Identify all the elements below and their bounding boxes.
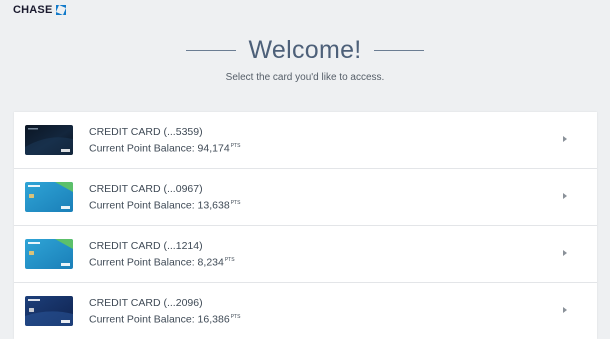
card-row-1214[interactable]: CREDIT CARD (...1214) Current Point Bala… (14, 226, 597, 283)
card-name: CREDIT CARD (...1214) (89, 240, 203, 252)
welcome-left-rule (186, 50, 237, 51)
points-unit: PTS (230, 314, 241, 320)
page-title: Welcome! (248, 36, 362, 64)
points-unit: PTS (230, 143, 241, 149)
card-points: Current Point Balance: 16,386PTS (89, 310, 240, 327)
chevron-right-icon[interactable] (563, 307, 567, 313)
card-text: CREDIT CARD (...0967) Current Point Bala… (89, 182, 240, 213)
card-row-5359[interactable]: CREDIT CARD (...5359) Current Point Bala… (14, 112, 597, 169)
card-text: CREDIT CARD (...5359) Current Point Bala… (89, 125, 240, 156)
freedom-card-image (25, 239, 73, 269)
logo-text: CHASE (13, 4, 53, 16)
chevron-right-icon[interactable] (563, 136, 567, 142)
card-name: CREDIT CARD (...2096) (89, 297, 203, 309)
card-text: CREDIT CARD (...2096) Current Point Bala… (89, 296, 240, 327)
freedom-unlimited-card-image (25, 296, 73, 326)
card-list: CREDIT CARD (...5359) Current Point Bala… (14, 112, 597, 339)
points-unit: PTS (224, 257, 235, 263)
card-points: Current Point Balance: 8,234PTS (89, 253, 235, 270)
card-row-0967[interactable]: CREDIT CARD (...0967) Current Point Bala… (14, 169, 597, 226)
card-name: CREDIT CARD (...5359) (89, 126, 203, 138)
card-text: CREDIT CARD (...1214) Current Point Bala… (89, 239, 235, 270)
points-value: Current Point Balance: 16,386 (89, 313, 230, 326)
chase-logo[interactable]: CHASE (13, 4, 66, 16)
header: CHASE (0, 0, 610, 18)
chase-octagon-icon (55, 5, 66, 15)
points-value: Current Point Balance: 8,234 (89, 256, 224, 269)
welcome-heading-row: Welcome! (0, 36, 610, 65)
points-unit: PTS (230, 200, 241, 206)
chevron-right-icon[interactable] (563, 193, 567, 199)
card-points: Current Point Balance: 94,174PTS (89, 139, 240, 156)
sapphire-reserve-card-image (25, 125, 73, 155)
welcome-right-rule (373, 50, 424, 51)
page-subtitle: Select the card you'd like to access. (225, 72, 385, 83)
card-name: CREDIT CARD (...0967) (89, 183, 203, 195)
chevron-right-icon[interactable] (563, 250, 567, 256)
card-row-2096[interactable]: CREDIT CARD (...2096) Current Point Bala… (14, 283, 597, 339)
points-value: Current Point Balance: 13,638 (89, 199, 230, 212)
points-value: Current Point Balance: 94,174 (89, 142, 230, 155)
freedom-card-image (25, 182, 73, 212)
card-points: Current Point Balance: 13,638PTS (89, 196, 240, 213)
